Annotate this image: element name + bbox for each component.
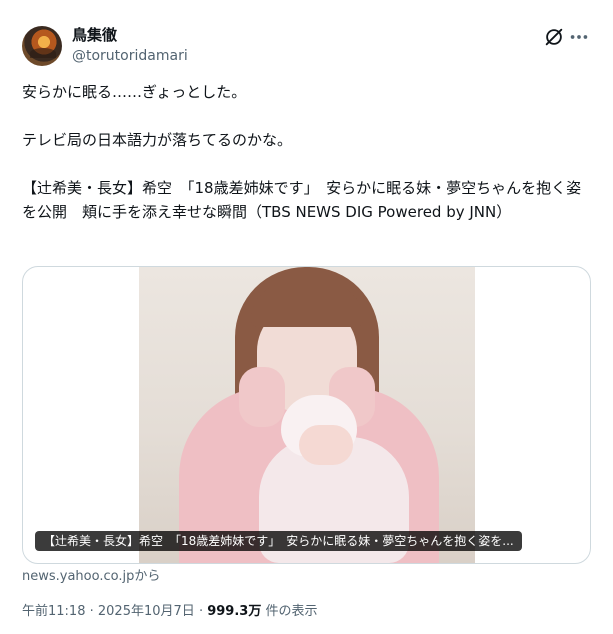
meta-separator: · <box>89 604 94 619</box>
link-card[interactable]: 【辻希美・長女】希空 「18歳差姉妹です」 安らかに眠る妹・夢空ちゃんを抱く姿を… <box>22 266 591 564</box>
meta-separator: · <box>198 604 204 619</box>
grok-icon[interactable] <box>543 26 565 48</box>
views-label: 件の表示 <box>265 604 318 619</box>
card-source[interactable]: news.yahoo.co.jpから <box>22 569 160 585</box>
tweet-text: 安らかに眠る……ぎょっとした。 テレビ局の日本語力が落ちてるのかな。 【辻希美・… <box>22 83 582 221</box>
card-image <box>139 267 475 563</box>
avatar[interactable] <box>22 26 62 66</box>
tweet-date[interactable]: 2025年10月7日 <box>98 604 195 619</box>
more-options-icon[interactable] <box>568 26 590 48</box>
display-name[interactable]: 鳥集徹 <box>72 26 117 45</box>
tweet-time[interactable]: 午前11:18 <box>22 604 85 619</box>
tweet-meta: 午前11:18 · 2025年10月7日 · 999.3万 件の表示 <box>22 603 318 621</box>
user-handle[interactable]: @torutoridamari <box>72 47 188 65</box>
card-caption: 【辻希美・長女】希空 「18歳差姉妹です」 安らかに眠る妹・夢空ちゃんを抱く姿を… <box>35 531 522 551</box>
views-count: 999.3万 <box>207 604 262 619</box>
